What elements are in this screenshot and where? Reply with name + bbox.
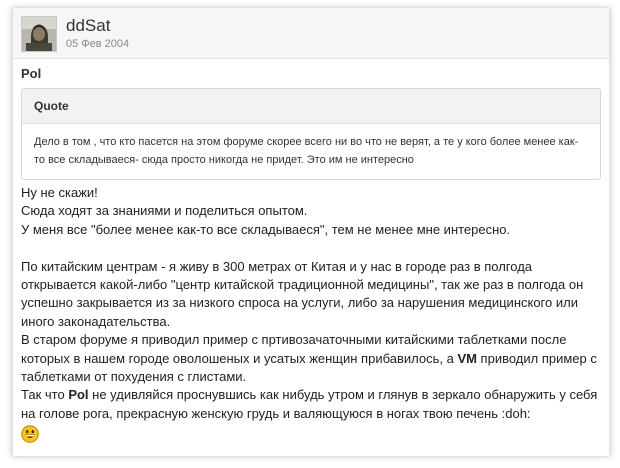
user-mention-pol: Pol: [68, 387, 89, 403]
message-text-span: Так что: [21, 387, 69, 403]
post-header: ddSat 05 Фев 2004: [13, 8, 609, 59]
post-date: 05 Фев 2004: [66, 38, 130, 50]
page: ddSat 05 Фев 2004 Pol Quote Дело в том ,…: [0, 0, 620, 468]
quote-title: Quote: [22, 89, 600, 124]
grin-smiley-icon: [21, 425, 39, 444]
avatar[interactable]: [21, 16, 57, 52]
message-paragraph: В старом форуме я приводил пример с прти…: [21, 331, 601, 386]
forum-post: ddSat 05 Фев 2004 Pol Quote Дело в том ,…: [12, 8, 610, 456]
quote-block: Quote Дело в том , что кто пасется на эт…: [21, 88, 601, 180]
username[interactable]: ddSat: [66, 16, 110, 36]
message-line: Сюда ходят за знаниями и поделиться опыт…: [21, 203, 308, 219]
post-body: Pol Quote Дело в том , что кто пасется н…: [21, 66, 601, 444]
message-line: У меня все "более менее как-то все склад…: [21, 221, 511, 237]
message-text: Ну не скажи! Сюда ходят за знаниями и по…: [21, 184, 601, 444]
message-text-span: не удивляйся проснувшись как нибудь утро…: [21, 387, 598, 421]
message-paragraph: Так что Pol не удивляйся проснувшись как…: [21, 386, 601, 423]
message-line: Ну не скажи!: [21, 185, 98, 200]
quote-text: Дело в том , что кто пасется на этом фор…: [34, 136, 579, 166]
message-paragraph: По китайским центрам - я живу в 300 метр…: [21, 258, 584, 329]
quote-author: Pol: [21, 66, 42, 81]
user-mention-vm: VM: [457, 350, 477, 366]
